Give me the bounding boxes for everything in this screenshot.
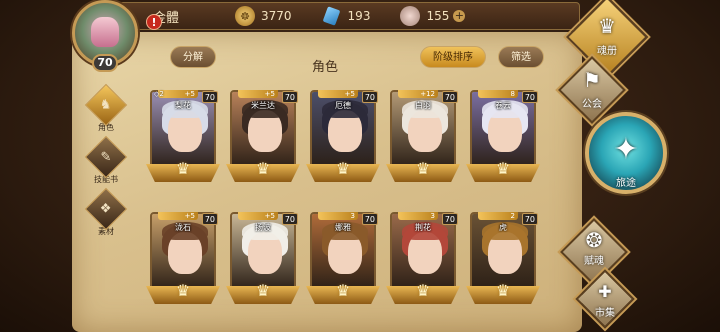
guild-icon: ⚑	[583, 68, 601, 92]
stone-resource: 155 +	[400, 6, 466, 26]
character-card[interactable]: 3 70 荆花 ♛	[386, 212, 460, 304]
stone-amount: 155	[426, 9, 450, 23]
card-name: 米兰达	[251, 101, 275, 110]
character-card[interactable]: 8 70 卷云 ♛	[466, 90, 540, 182]
crown-icon: ♛	[255, 281, 271, 300]
journey-icon: ✦	[613, 132, 639, 167]
alert-icon[interactable]: !	[146, 14, 162, 30]
tab-materials[interactable]: ❖ 素材	[84, 187, 128, 237]
tab-skill-books[interactable]: ✎ 技能书	[84, 135, 128, 185]
card-name: 虎	[499, 223, 507, 232]
crown-icon: ♛	[255, 159, 271, 178]
crown-icon: ♛	[495, 281, 511, 300]
market-label: 市集	[595, 308, 615, 319]
gold-coin-icon: ☸	[235, 6, 255, 26]
card-name: 白羽	[415, 101, 431, 110]
tab-characters[interactable]: ♞ 角色	[84, 83, 128, 133]
card-name: 厄德	[335, 101, 351, 110]
card-rank-bar: 3	[398, 212, 438, 220]
book-icon: ✎	[84, 135, 128, 179]
card-rank-bar: +5	[238, 212, 278, 220]
card-name: 梨花	[175, 101, 191, 110]
crown-icon: ♛	[335, 159, 351, 178]
talent-label: 赋魂	[584, 256, 604, 267]
crown-icon: ♛	[335, 281, 351, 300]
talent-icon: ❂	[585, 228, 603, 252]
card-name: 卷云	[495, 101, 511, 110]
book-icon: ♛	[598, 14, 616, 38]
card-rank-bar: 3	[318, 212, 358, 220]
card-name: 泷石	[175, 223, 191, 232]
top-bar: 金體 ☸ 3770 193 155 +	[110, 2, 580, 30]
gold-amount: 3770	[261, 9, 292, 23]
gem-amount: 193	[347, 9, 371, 23]
crown-icon: ♛	[175, 281, 191, 300]
card-rank-bar: +5	[318, 90, 358, 98]
character-card[interactable]: +5 ◇2 70 梨花 ♛	[146, 90, 220, 182]
filter-button[interactable]: 筛选	[498, 46, 544, 68]
character-card[interactable]: +5 70 厄德 ♛	[306, 90, 380, 182]
journey-label: 旅途	[616, 178, 636, 189]
gem-icon	[322, 6, 342, 26]
add-stone-button[interactable]: +	[453, 10, 466, 22]
player-avatar[interactable]: 70	[66, 0, 146, 76]
soul-book-label: 魂册	[597, 46, 617, 57]
card-rank-bar: 8	[478, 90, 518, 98]
card-sub-badge: ◇2	[154, 90, 164, 98]
card-name: 荆花	[415, 223, 431, 232]
page-title: 角色	[311, 60, 339, 75]
card-name: 娜雅	[335, 223, 351, 232]
card-rank-bar: +5	[158, 90, 198, 98]
character-card[interactable]: +5 70 泷石 ♛	[146, 212, 220, 304]
card-rank-bar: +5	[158, 212, 198, 220]
crown-icon: ♛	[415, 159, 431, 178]
character-card[interactable]: 3 70 娜雅 ♛	[306, 212, 380, 304]
crown-icon: ♛	[495, 159, 511, 178]
card-rank-bar: +5	[238, 90, 278, 98]
gold-resource: ☸ 3770	[235, 6, 292, 26]
decompose-button[interactable]: 分解	[170, 46, 216, 68]
gem-resource: 193	[322, 6, 371, 26]
crown-icon: ♛	[175, 159, 191, 178]
crown-icon: ♛	[415, 281, 431, 300]
player-level-badge: 70	[92, 54, 118, 72]
helmet-icon: ♞	[84, 83, 128, 127]
market-icon: ✚	[598, 282, 612, 301]
character-card[interactable]: +12 70 白羽 ♛	[386, 90, 460, 182]
card-name: 扬波	[255, 223, 271, 232]
character-card[interactable]: +5 70 米兰达 ♛	[226, 90, 300, 182]
card-rank-bar: +12	[398, 90, 438, 98]
card-rank-bar: 2	[478, 212, 518, 220]
guild-label: 公会	[582, 99, 602, 110]
sort-by-rank-button[interactable]: 阶级排序	[420, 46, 486, 68]
character-card[interactable]: +5 70 扬波 ♛	[226, 212, 300, 304]
material-icon: ❖	[84, 187, 128, 231]
stone-icon	[400, 6, 421, 26]
character-card[interactable]: 2 70 虎 ♛	[466, 212, 540, 304]
